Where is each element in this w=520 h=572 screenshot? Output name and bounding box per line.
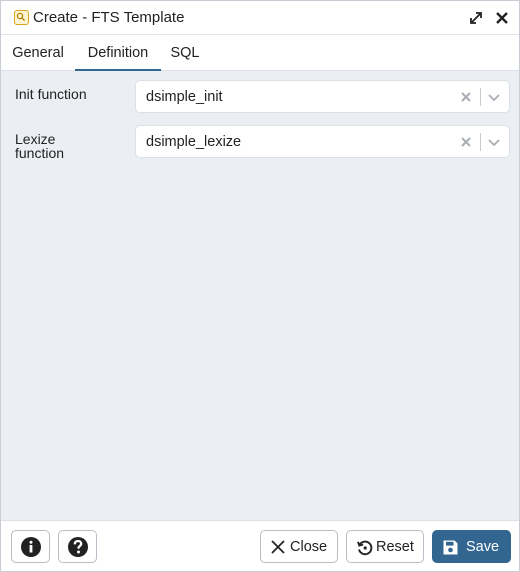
tab-bar: General Definition SQL bbox=[1, 35, 519, 71]
init-function-label: Init function bbox=[15, 86, 87, 102]
dialog-titlebar[interactable]: Create - FTS Template bbox=[1, 1, 519, 35]
close-icon bbox=[270, 539, 286, 555]
help-button[interactable] bbox=[58, 530, 97, 563]
save-button-label: Save bbox=[466, 539, 500, 555]
info-button[interactable] bbox=[11, 530, 50, 563]
tab-sql[interactable]: SQL bbox=[161, 35, 209, 71]
dialog-title: Create - FTS Template bbox=[33, 9, 185, 26]
clear-icon[interactable] bbox=[459, 90, 473, 104]
fts-template-icon bbox=[14, 10, 29, 25]
lexize-function-value: dsimple_lexize bbox=[146, 134, 242, 150]
init-function-select[interactable]: dsimple_init bbox=[135, 80, 510, 113]
chevron-down-icon[interactable] bbox=[487, 136, 501, 148]
expand-icon[interactable] bbox=[467, 9, 485, 27]
save-button[interactable]: Save bbox=[432, 530, 511, 563]
reset-icon bbox=[356, 539, 373, 556]
create-fts-template-dialog: Create - FTS Template General Definition… bbox=[0, 0, 520, 572]
reset-button-label: Reset bbox=[376, 539, 414, 555]
info-icon bbox=[21, 537, 41, 557]
reset-button[interactable]: Reset bbox=[346, 530, 424, 563]
close-button[interactable]: Close bbox=[260, 530, 338, 563]
dialog-footer: Close Reset Save bbox=[1, 520, 519, 571]
select-separator bbox=[480, 88, 481, 106]
chevron-down-icon[interactable] bbox=[487, 91, 501, 103]
lexize-function-label: Lexize function bbox=[15, 131, 65, 161]
help-icon bbox=[68, 537, 88, 557]
select-separator bbox=[480, 133, 481, 151]
close-button-label: Close bbox=[290, 539, 328, 555]
lexize-function-select[interactable]: dsimple_lexize bbox=[135, 125, 510, 158]
tab-definition[interactable]: Definition bbox=[75, 35, 161, 71]
init-function-value: dsimple_init bbox=[146, 89, 223, 105]
clear-icon[interactable] bbox=[459, 135, 473, 149]
tab-general[interactable]: General bbox=[3, 35, 73, 71]
definition-panel: Init function dsimple_init Lexize functi… bbox=[1, 71, 519, 520]
close-icon[interactable] bbox=[493, 9, 511, 27]
save-icon bbox=[442, 539, 458, 555]
